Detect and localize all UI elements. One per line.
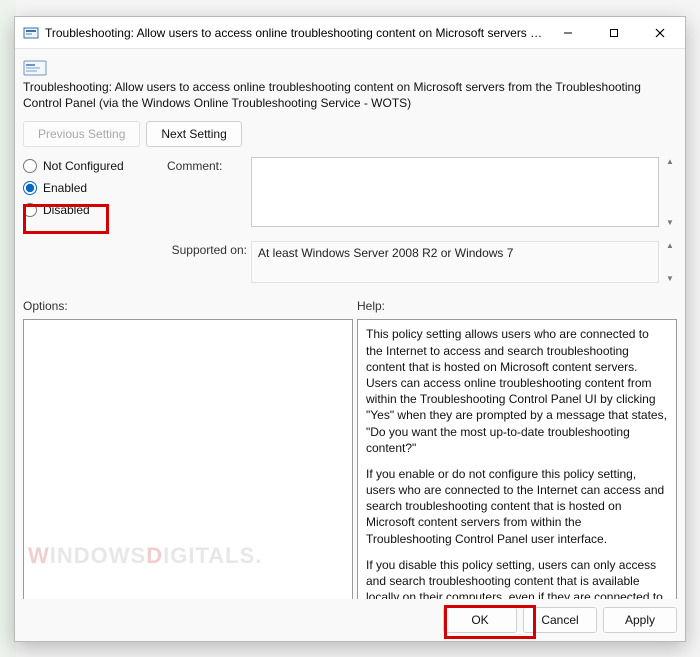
radio-not-configured-input[interactable] <box>23 159 37 173</box>
options-label: Options: <box>23 299 353 313</box>
window-controls <box>545 17 683 48</box>
help-label: Help: <box>357 299 677 313</box>
close-button[interactable] <box>637 17 683 48</box>
scroll-up-icon: ▲ <box>666 157 674 166</box>
cancel-button[interactable]: Cancel <box>523 607 597 633</box>
radio-label: Disabled <box>43 203 90 217</box>
description-row: Troubleshooting: Allow users to access o… <box>23 53 677 119</box>
window-title: Troubleshooting: Allow users to access o… <box>45 26 545 40</box>
supported-scrollbar[interactable]: ▲ ▼ <box>663 241 677 283</box>
maximize-button[interactable] <box>591 17 637 48</box>
policy-icon <box>23 25 39 41</box>
help-panel[interactable]: This policy setting allows users who are… <box>357 319 677 599</box>
radio-enabled-input[interactable] <box>23 181 37 195</box>
ok-button[interactable]: OK <box>443 607 517 633</box>
supported-label: Supported on: <box>167 241 247 283</box>
radio-label: Enabled <box>43 181 87 195</box>
nav-row: Previous Setting Next Setting <box>23 119 677 157</box>
minimize-button[interactable] <box>545 17 591 48</box>
help-column: Help: This policy setting allows users w… <box>357 299 677 599</box>
apply-button[interactable]: Apply <box>603 607 677 633</box>
content-area: Troubleshooting: Allow users to access o… <box>15 49 685 599</box>
help-paragraph: If you enable or do not configure this p… <box>366 466 668 547</box>
dialog-footer: OK Cancel Apply <box>15 599 685 641</box>
radio-label: Not Configured <box>43 159 124 173</box>
supported-on-text: At least Windows Server 2008 R2 or Windo… <box>251 241 659 283</box>
radio-not-configured[interactable]: Not Configured <box>23 159 163 173</box>
scroll-down-icon: ▼ <box>666 218 674 227</box>
radio-disabled-input[interactable] <box>23 203 37 217</box>
help-paragraph: If you disable this policy setting, user… <box>366 557 668 599</box>
comment-textarea[interactable] <box>251 157 659 227</box>
watermark: WINDOWSDIGITALS. <box>28 543 262 569</box>
scroll-up-icon: ▲ <box>666 241 674 250</box>
state-radios: Not Configured Enabled Disabled <box>23 157 163 283</box>
comment-scrollbar[interactable]: ▲ ▼ <box>663 157 677 227</box>
scroll-down-icon: ▼ <box>666 274 674 283</box>
radio-disabled[interactable]: Disabled <box>23 203 163 217</box>
settings-grid: Not Configured Enabled Disabled Comment:… <box>23 157 677 283</box>
radio-enabled[interactable]: Enabled <box>23 181 163 195</box>
previous-setting-button[interactable]: Previous Setting <box>23 121 140 147</box>
comment-label: Comment: <box>167 157 247 227</box>
help-paragraph: This policy setting allows users who are… <box>366 326 668 456</box>
next-setting-button[interactable]: Next Setting <box>146 121 241 147</box>
titlebar: Troubleshooting: Allow users to access o… <box>15 17 685 49</box>
policy-description: Troubleshooting: Allow users to access o… <box>23 57 677 111</box>
